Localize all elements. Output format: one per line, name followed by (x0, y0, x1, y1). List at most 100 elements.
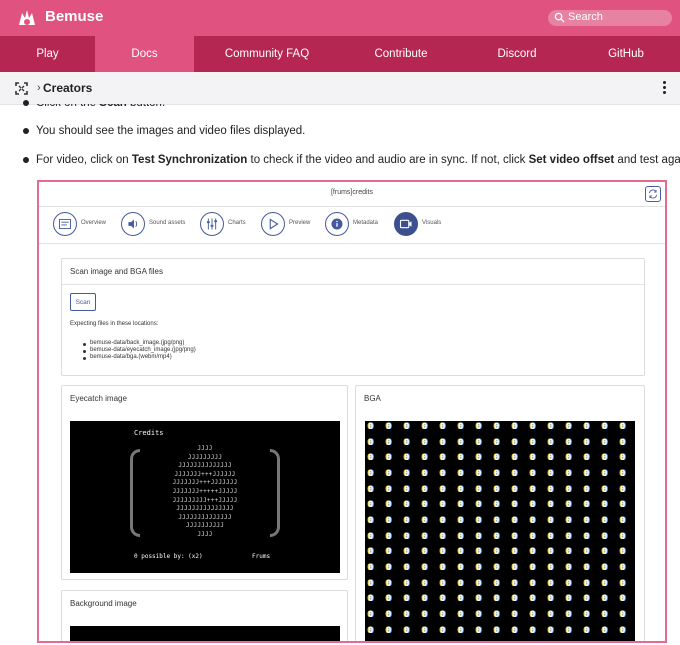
bga-glyph: 0 (602, 469, 608, 479)
bga-glyph: 0 (584, 610, 590, 620)
search-box[interactable]: Search (548, 10, 672, 26)
bga-glyph: 0 (512, 531, 518, 542)
bga-glyph: 0 (368, 469, 374, 479)
bga-glyph: 0 (440, 516, 446, 526)
bga-glyph: 0 (602, 531, 608, 542)
ascii-row: JJJJ (197, 445, 213, 452)
bga-glyph: 0 (548, 641, 557, 643)
search-placeholder: Search (568, 11, 603, 23)
expand-sidebar-icon[interactable] (15, 82, 28, 95)
bga-glyph: 0 (368, 500, 374, 511)
scan-panel: Scan image and BGA files Scan Expecting … (61, 258, 645, 376)
search-icon (554, 12, 565, 23)
bga-glyph: 0 (422, 594, 428, 605)
panel-title: Scan image and BGA files (70, 267, 163, 276)
brand-title[interactable]: Bemuse (45, 8, 103, 25)
bga-glyph: 0 (530, 531, 536, 542)
bga-glyph: 0 (512, 437, 518, 448)
bga-glyph: 0 (386, 547, 392, 558)
list-bullet (83, 350, 86, 353)
bga-glyph: 0 (602, 563, 608, 573)
bga-video[interactable]: 0 0 0 0 0 0 0 0 0 0 0 0 0 0 0 0 0 0 0 0 0 0 0 0 0 0 0 0 0 0 0 0 0 0 0 0 0 0 0 0… (365, 421, 635, 643)
bga-glyph: 0 (422, 625, 428, 636)
bga-glyph: 0 (494, 563, 500, 573)
list-bullet (23, 128, 29, 134)
bga-glyph: 0 (494, 500, 500, 511)
bga-glyph: 0 (494, 469, 500, 479)
nav-play[interactable]: Play (0, 36, 95, 72)
bga-glyph: 0 (584, 563, 590, 573)
bga-glyph: 0 (458, 641, 467, 643)
nav-community-faq[interactable]: Community FAQ (194, 36, 340, 72)
bga-glyph: 0 (404, 578, 410, 589)
bga-glyph: 0 (440, 610, 446, 620)
bga-glyph: 0 (530, 641, 539, 643)
bga-glyph: 0 (566, 610, 572, 620)
ascii-row: JJJJJJJJJJJJJJ (178, 462, 232, 470)
bga-glyph: 0 (368, 437, 374, 448)
bga-glyph: 0 (530, 500, 536, 511)
bga-glyph: 0 (620, 625, 626, 636)
bga-glyph: 0 (422, 500, 428, 511)
ascii-row: JJJJJJJ+++++JJJJJ (172, 488, 238, 495)
bga-glyph: 0 (620, 422, 626, 432)
background-panel: Background image (61, 590, 348, 641)
bga-glyph: 0 (368, 594, 374, 605)
more-menu-icon[interactable] (662, 81, 666, 96)
tab-label: Charts (228, 220, 246, 226)
bga-glyph: 0 (530, 516, 536, 526)
bga-glyph: 0 (386, 578, 392, 589)
bga-glyph: 0 (530, 625, 536, 636)
divider (62, 284, 644, 285)
ascii-row: JJJJJJJJJ (187, 453, 223, 461)
bga-glyph: 0 (368, 547, 374, 558)
bga-glyph: 0 (602, 594, 608, 605)
bga-glyph: 0 (494, 594, 500, 605)
bga-glyph: 0 (620, 547, 626, 558)
panel-title: Background image (70, 599, 137, 608)
bga-glyph: 0 (548, 610, 554, 620)
bga-glyph: 0 (566, 531, 572, 542)
bga-glyph: 0 (548, 453, 554, 464)
bga-glyph: 0 (566, 641, 575, 643)
bga-glyph: 0 (440, 625, 446, 636)
bga-glyph: 0 (548, 625, 554, 636)
bga-glyph: 0 (368, 453, 374, 464)
bga-glyph: 0 (602, 500, 608, 511)
refresh-icon[interactable] (645, 186, 661, 202)
bga-glyph: 0 (602, 625, 608, 636)
bga-glyph: 0 (512, 469, 518, 479)
bga-glyph: 0 (368, 516, 374, 526)
bga-glyph: 0 (530, 469, 536, 479)
list-bullet (83, 343, 86, 346)
bga-glyph: 0 (476, 469, 482, 479)
nav-contribute[interactable]: Contribute (340, 36, 462, 72)
project-title: [frums]credits (330, 189, 373, 196)
bga-glyph: 0 (476, 531, 482, 542)
bga-glyph: 0 (548, 484, 554, 495)
bga-glyph: 0 (566, 625, 572, 636)
bga-glyph: 0 (602, 547, 608, 558)
bga-glyph: 0 (368, 531, 374, 542)
bga-glyph: 0 (566, 437, 572, 448)
nav-docs[interactable]: Docs (95, 36, 194, 72)
tab-label: Overview (81, 220, 107, 226)
ascii-row: JJJJJJJJJJ (185, 522, 225, 530)
scan-button[interactable]: Scan (70, 293, 96, 311)
expect-label: Expecting files in these locations: (70, 321, 159, 327)
nav-github[interactable]: GitHub (572, 36, 680, 72)
breadcrumb-current[interactable]: Creators (43, 81, 92, 95)
bga-glyph: 0 (620, 500, 626, 511)
bga-glyph: 0 (368, 563, 374, 573)
bemuse-logo-icon[interactable] (16, 7, 38, 29)
chevron-right-icon: › (37, 82, 41, 94)
bga-glyph: 0 (386, 516, 392, 526)
bga-glyph: 0 (494, 437, 500, 448)
bga-glyph: 0 (620, 516, 626, 526)
bga-glyph: 0 (584, 625, 590, 636)
bga-glyph: 0 (368, 625, 374, 636)
bga-glyph: 0 (386, 469, 392, 479)
tab-label: Visuals (422, 220, 442, 226)
nav-discord[interactable]: Discord (462, 36, 572, 72)
bga-glyph: 0 (422, 422, 428, 432)
